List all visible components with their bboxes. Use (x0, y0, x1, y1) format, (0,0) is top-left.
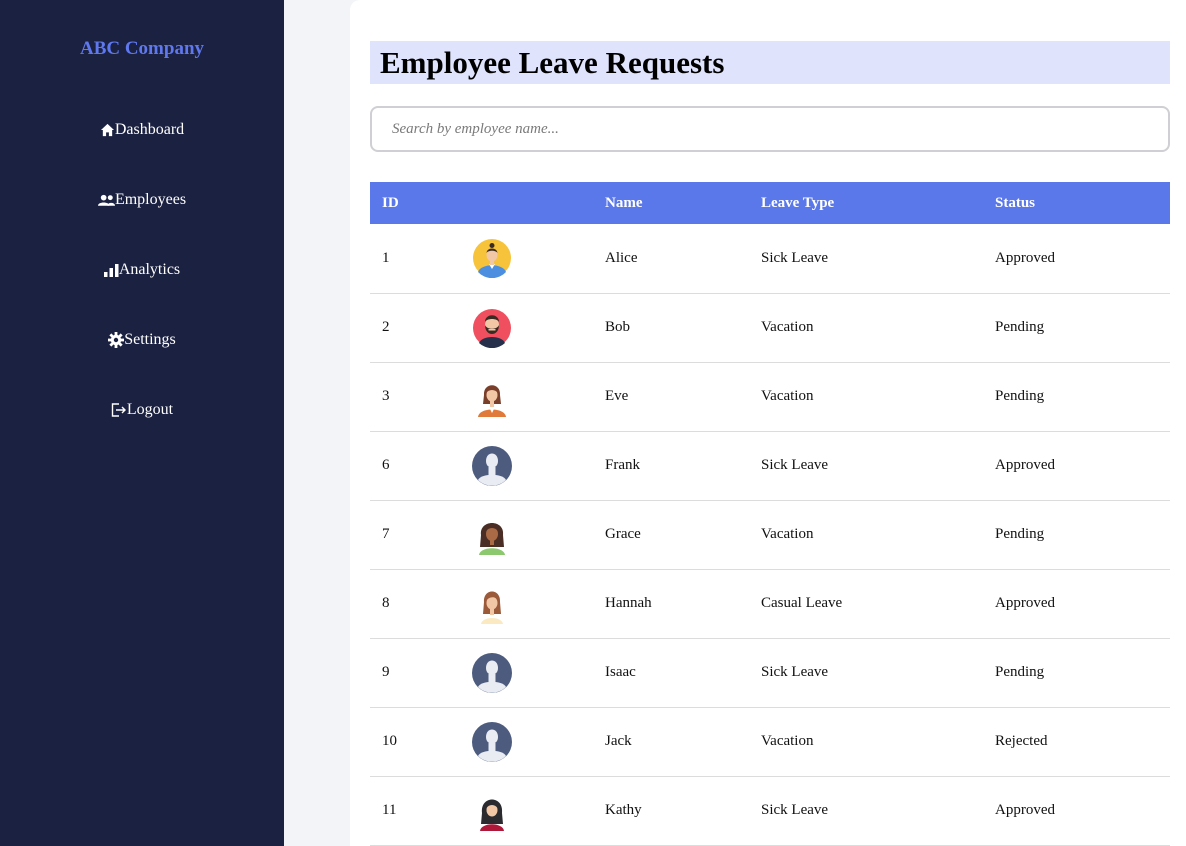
table-row: 9 Isaac Sick Leave Pending (370, 638, 1170, 708)
gear-icon (108, 332, 125, 348)
table-row: 1 Alice Sick Leave Approved (370, 224, 1170, 294)
cell-id: 8 (370, 569, 460, 639)
cell-leave-type: Sick Leave (749, 224, 983, 294)
cell-name: Hannah (593, 569, 749, 639)
main-panel: Employee Leave Requests ID Name Leave Ty… (350, 0, 1186, 846)
table-header: ID Name Leave Type Status (370, 182, 1170, 224)
column-header-leave-type: Leave Type (761, 194, 835, 211)
cell-status: Rejected (983, 707, 1170, 777)
search-input[interactable] (370, 106, 1170, 152)
table-row: 8 Hannah Casual Leave Approved (370, 569, 1170, 639)
sidebar-item-label: Settings (124, 331, 176, 348)
cell-status: Pending (983, 500, 1170, 570)
sidebar: ABC Company Dashboard Employees Analytic… (0, 0, 284, 846)
cell-id: 2 (370, 293, 460, 363)
users-icon (97, 194, 115, 207)
column-header-id: ID (382, 194, 399, 211)
cell-id: 9 (370, 638, 460, 708)
avatar-bearded-man-icon (473, 308, 511, 348)
avatar-woman-auburn-icon (481, 591, 503, 624)
cell-leave-type: Sick Leave (749, 638, 983, 708)
sidebar-item-label: Logout (126, 401, 174, 418)
avatar-woman-orange-icon (478, 384, 506, 417)
cell-status: Pending (983, 362, 1170, 432)
cell-status: Pending (983, 293, 1170, 363)
table-row: 2 Bob Vacation Pending (370, 293, 1170, 363)
avatar-woman-curly-icon (479, 522, 505, 555)
cell-leave-type: Casual Leave (749, 569, 983, 639)
cell-leave-type: Vacation (749, 362, 983, 432)
sidebar-item-label: Employees (114, 191, 187, 208)
cell-status: Pending (983, 638, 1170, 708)
sidebar-item-label: Analytics (118, 261, 181, 278)
cell-id: 3 (370, 362, 460, 432)
cell-avatar (460, 500, 593, 570)
cell-name: Bob (593, 293, 749, 363)
cell-leave-type: Sick Leave (749, 776, 983, 846)
table-row: 6 Frank Sick Leave Approved (370, 431, 1170, 501)
column-header-name: Name (605, 194, 643, 211)
sidebar-item-employees[interactable]: Employees (0, 188, 284, 212)
column-header-avatar (460, 182, 593, 224)
cell-name: Frank (593, 431, 749, 501)
cell-name: Kathy (593, 776, 749, 846)
cell-avatar (460, 638, 593, 708)
page-title: Employee Leave Requests (370, 41, 1170, 84)
cell-avatar (460, 431, 593, 501)
cell-id: 10 (370, 707, 460, 777)
cell-avatar (460, 224, 593, 294)
table-row: 10 Jack Vacation Rejected (370, 707, 1170, 777)
avatar-woman-hijab-icon (480, 799, 504, 831)
cell-status: Approved (983, 569, 1170, 639)
avatar-default-icon (472, 652, 512, 693)
sidebar-item-label: Dashboard (114, 121, 185, 138)
cell-avatar (460, 776, 593, 846)
cell-name: Jack (593, 707, 749, 777)
cell-name: Alice (593, 224, 749, 294)
avatar-man-bun-icon (473, 239, 511, 279)
logout-icon (111, 403, 127, 417)
cell-name: Grace (593, 500, 749, 570)
sidebar-item-analytics[interactable]: Analytics (0, 258, 284, 282)
table-row: 3 Eve Vacation Pending (370, 362, 1170, 432)
cell-status: Approved (983, 431, 1170, 501)
avatar-default-icon (472, 445, 512, 486)
cell-status: Approved (983, 776, 1170, 846)
table-row: 7 Grace Vacation Pending (370, 500, 1170, 570)
avatar-default-icon (472, 721, 512, 762)
cell-avatar (460, 293, 593, 363)
sidebar-item-logout[interactable]: Logout (0, 398, 284, 422)
cell-status: Approved (983, 224, 1170, 294)
cell-id: 7 (370, 500, 460, 570)
cell-id: 6 (370, 431, 460, 501)
cell-leave-type: Sick Leave (749, 431, 983, 501)
cell-avatar (460, 569, 593, 639)
cell-id: 1 (370, 224, 460, 294)
cell-avatar (460, 707, 593, 777)
cell-id: 11 (370, 776, 460, 846)
leave-requests-table: ID Name Leave Type Status 1 Alice Sick L… (370, 182, 1170, 846)
sidebar-item-settings[interactable]: Settings (0, 328, 284, 352)
cell-leave-type: Vacation (749, 500, 983, 570)
cell-leave-type: Vacation (749, 293, 983, 363)
home-icon (100, 123, 115, 137)
cell-name: Isaac (593, 638, 749, 708)
cell-name: Eve (593, 362, 749, 432)
chart-bar-icon (103, 263, 119, 277)
column-header-status: Status (995, 194, 1036, 211)
sidebar-item-dashboard[interactable]: Dashboard (0, 118, 284, 142)
cell-leave-type: Vacation (749, 707, 983, 777)
cell-avatar (460, 362, 593, 432)
table-row: 11 Kathy Sick Leave Approved (370, 776, 1170, 846)
brand-name: ABC Company (79, 38, 205, 59)
